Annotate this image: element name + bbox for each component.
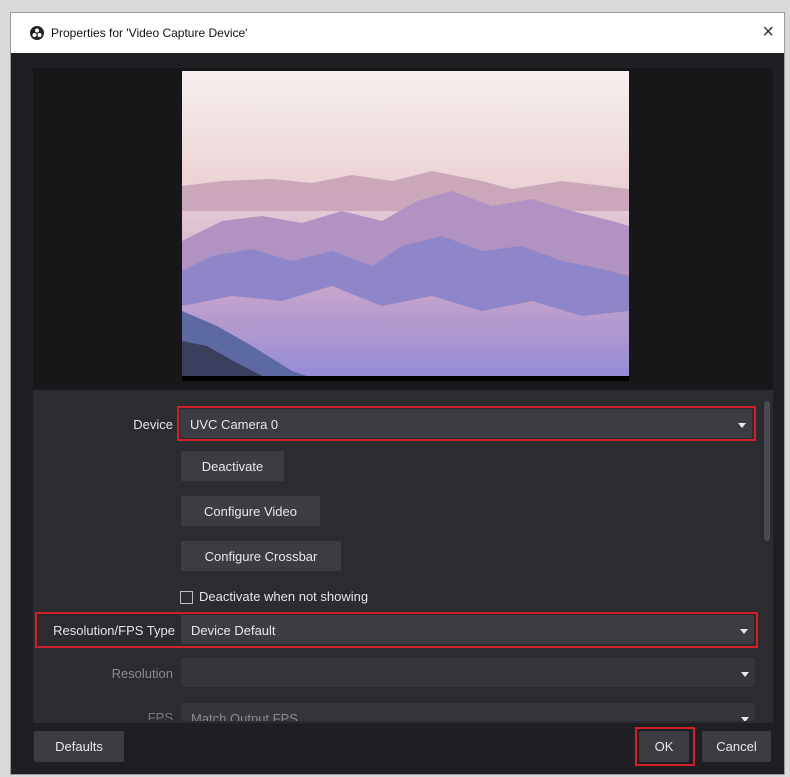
preview-image [182,71,629,381]
resolution-select[interactable] [181,658,755,687]
fps-value: Match Output FPS [191,711,298,721]
resolution-fps-type-value: Device Default [191,623,276,638]
chevron-down-icon [741,672,749,677]
obs-logo-icon [30,26,44,40]
resolution-fps-type-label: Resolution/FPS Type [53,623,175,638]
chevron-down-icon [740,629,748,634]
close-icon[interactable]: × [762,21,774,44]
deactivate-when-not-showing-label[interactable]: Deactivate when not showing [199,589,368,604]
configure-crossbar-button[interactable]: Configure Crossbar [181,541,341,571]
resolution-label: Resolution [111,666,173,681]
window-title: Properties for 'Video Capture Device' [51,26,248,40]
mountain-landscape-image [182,71,629,381]
fps-select[interactable]: Match Output FPS [181,703,755,721]
scrollbar-thumb[interactable] [764,401,770,541]
device-label: Device [133,417,173,432]
title-bar: Properties for 'Video Capture Device' × [11,13,784,53]
chevron-down-icon [738,423,746,428]
deactivate-button[interactable]: Deactivate [181,451,284,481]
configure-video-button[interactable]: Configure Video [181,496,320,526]
form-scrollbar[interactable] [763,391,771,721]
fps-label: FPS [147,710,173,720]
ok-button[interactable]: OK [639,731,689,762]
resolution-fps-type-select[interactable]: Device Default [181,615,754,644]
deactivate-when-not-showing-checkbox[interactable] [180,591,193,604]
device-select[interactable]: UVC Camera 0 [180,409,752,438]
preview-area [33,68,773,390]
chevron-down-icon [741,717,749,721]
properties-dialog: Properties for 'Video Capture Device' × [10,12,785,775]
defaults-button[interactable]: Defaults [34,731,124,762]
device-select-value: UVC Camera 0 [190,417,279,432]
cancel-button[interactable]: Cancel [702,731,771,762]
